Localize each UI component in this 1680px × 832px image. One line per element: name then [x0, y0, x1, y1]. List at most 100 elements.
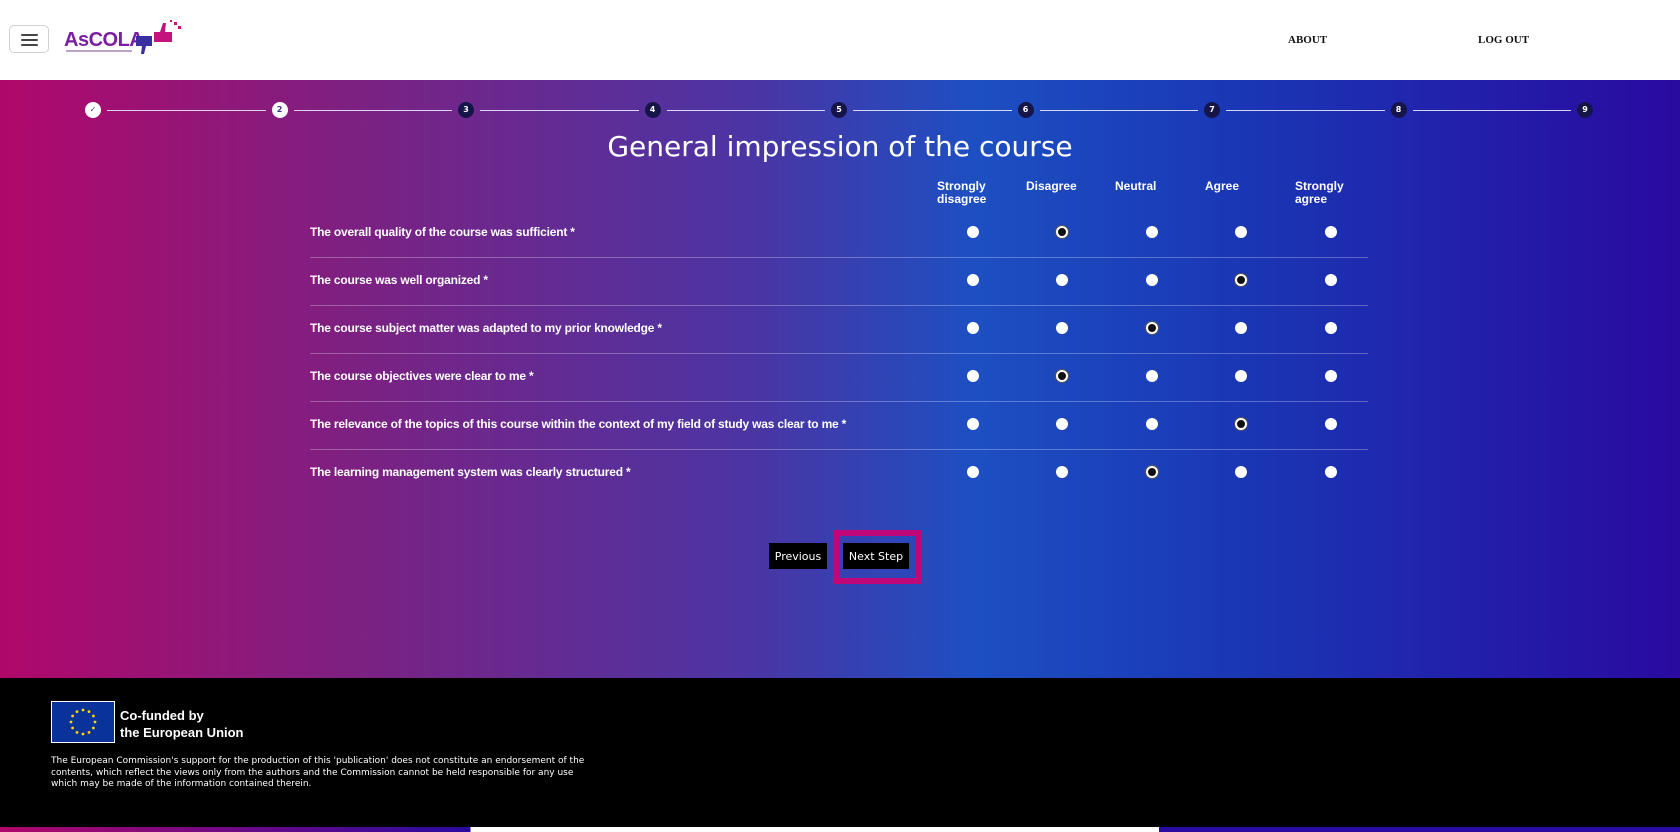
radio-disagree[interactable]	[1056, 466, 1068, 478]
radio-agree[interactable]	[1235, 226, 1247, 238]
radio-strongly-agree[interactable]	[1325, 226, 1337, 238]
step-8: 8	[1390, 102, 1407, 118]
radio-strongly-disagree[interactable]	[967, 418, 979, 430]
question-label: The course subject matter was adapted to…	[310, 321, 662, 335]
stepper-connector	[666, 110, 825, 111]
stepper-connector	[853, 110, 1012, 111]
eu-star	[91, 714, 95, 718]
nav-logout-link[interactable]: LOG OUT	[1478, 34, 1529, 46]
question-row: The learning management system was clear…	[310, 450, 1368, 498]
radio-strongly-disagree[interactable]	[967, 370, 979, 382]
question-label: The course objectives were clear to me *	[310, 369, 534, 383]
question-row: The overall quality of the course was su…	[310, 210, 1368, 258]
question-row: The course objectives were clear to me *	[310, 354, 1368, 402]
radio-agree[interactable]	[1235, 370, 1247, 382]
radio-neutral[interactable]	[1146, 418, 1158, 430]
logo-tagline-line	[66, 50, 132, 52]
scale-header-strongly-disagree: Strongly disagree	[937, 179, 987, 206]
radio-agree[interactable]	[1235, 466, 1247, 478]
cofunded-line-1: Co-funded by	[120, 708, 204, 723]
eu-star	[71, 714, 75, 718]
eu-star	[71, 726, 75, 730]
radio-strongly-disagree[interactable]	[967, 274, 979, 286]
top-header: AsCOLA ABOUT LOG OUT	[0, 0, 1680, 80]
footer: Co-funded by the European Union The Euro…	[0, 678, 1680, 832]
question-label: The relevance of the topics of this cour…	[310, 417, 847, 431]
page-title: General impression of the course	[607, 130, 1073, 163]
eu-stars-icon	[69, 708, 97, 736]
stepper-connector	[480, 110, 639, 111]
radio-agree[interactable]	[1235, 274, 1247, 286]
stepper-connector	[293, 110, 452, 111]
radio-neutral[interactable]	[1146, 370, 1158, 382]
radio-strongly-disagree[interactable]	[967, 466, 979, 478]
step-6: 6	[1017, 102, 1034, 118]
hamburger-line	[21, 34, 38, 36]
cofunded-line-2: the European Union	[120, 725, 244, 740]
step-2: 2	[271, 102, 288, 118]
step-7: 7	[1204, 102, 1220, 118]
radio-strongly-agree[interactable]	[1325, 274, 1337, 286]
step-5: 5	[831, 102, 847, 118]
eu-star	[81, 732, 85, 736]
radio-agree[interactable]	[1235, 418, 1247, 430]
radio-strongly-agree[interactable]	[1325, 370, 1337, 382]
scale-header-agree: Agree	[1205, 179, 1240, 193]
radio-strongly-disagree[interactable]	[967, 226, 979, 238]
eu-star	[87, 730, 91, 734]
radio-disagree[interactable]	[1056, 418, 1068, 430]
radio-strongly-agree[interactable]	[1325, 322, 1337, 334]
cofunded-text: Co-funded by the European Union	[120, 707, 244, 741]
step-4: 4	[644, 102, 661, 118]
stepper-connector	[107, 110, 266, 111]
thumbs-icon	[136, 20, 181, 54]
footer-accent-bar	[0, 827, 1680, 832]
ascola-logo[interactable]: AsCOLA	[64, 18, 184, 60]
radio-agree[interactable]	[1235, 322, 1247, 334]
nav-about-link[interactable]: ABOUT	[1288, 34, 1327, 46]
scale-header-neutral: Neutral	[1115, 179, 1157, 193]
eu-flag-icon	[51, 701, 115, 743]
stepper-connector	[1039, 110, 1198, 111]
eu-disclaimer: The European Commission's support for th…	[51, 756, 585, 789]
logo-text: AsCOLA	[64, 29, 144, 51]
radio-disagree[interactable]	[1056, 274, 1068, 286]
eu-star	[81, 708, 85, 712]
question-row: The relevance of the topics of this cour…	[310, 402, 1368, 450]
eu-star	[75, 710, 79, 714]
questionnaire-section: ✓ 2 3 4 5 6 7 8 9 General impression of the cour…	[0, 80, 1680, 678]
question-row: The course was well organized *	[310, 258, 1368, 306]
radio-neutral[interactable]	[1146, 322, 1158, 334]
stepper-connector	[1226, 110, 1385, 111]
next-step-button[interactable]: Next Step	[843, 543, 909, 569]
radio-neutral[interactable]	[1146, 226, 1158, 238]
step-1: ✓	[85, 102, 101, 118]
stepper-connector	[1412, 110, 1571, 111]
question-label: The overall quality of the course was su…	[310, 225, 575, 239]
eu-star	[91, 726, 95, 730]
progress-stepper: ✓ 2 3 4 5 6 7 8 9	[85, 102, 1597, 118]
step-9: 9	[1577, 102, 1593, 118]
radio-neutral[interactable]	[1146, 466, 1158, 478]
radio-strongly-agree[interactable]	[1325, 418, 1337, 430]
question-label: The learning management system was clear…	[310, 465, 631, 479]
question-row: The course subject matter was adapted to…	[310, 306, 1368, 354]
scale-header-disagree: Disagree	[1026, 179, 1077, 193]
radio-neutral[interactable]	[1146, 274, 1158, 286]
eu-star	[75, 730, 79, 734]
radio-disagree[interactable]	[1056, 226, 1068, 238]
question-label: The course was well organized *	[310, 273, 488, 287]
hamburger-line	[21, 44, 38, 46]
scale-header-strongly-agree: Strongly agree	[1295, 179, 1344, 206]
radio-disagree[interactable]	[1056, 322, 1068, 334]
step-3: 3	[458, 102, 474, 118]
radio-strongly-agree[interactable]	[1325, 466, 1337, 478]
eu-star	[69, 720, 73, 724]
eu-star	[93, 720, 97, 724]
previous-button[interactable]: Previous	[769, 543, 827, 569]
radio-disagree[interactable]	[1056, 370, 1068, 382]
radio-strongly-disagree[interactable]	[967, 322, 979, 334]
hamburger-menu-button[interactable]	[9, 25, 49, 53]
eu-star	[87, 710, 91, 714]
hamburger-line	[21, 39, 38, 41]
